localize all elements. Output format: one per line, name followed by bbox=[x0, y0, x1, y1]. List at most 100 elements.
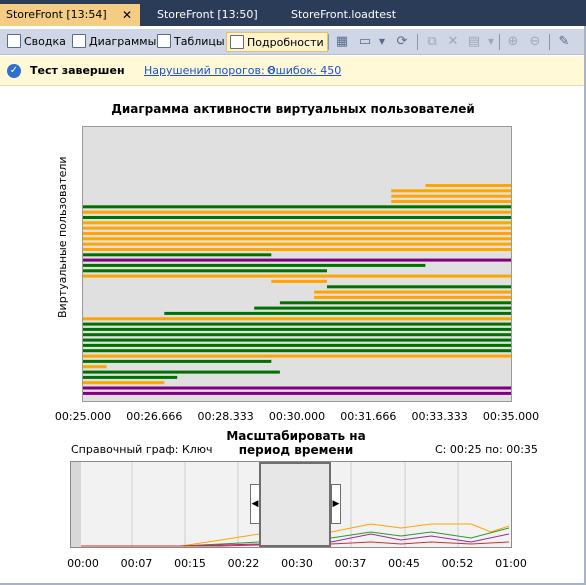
toolbar-separator bbox=[549, 34, 550, 50]
activity-chart bbox=[83, 184, 511, 395]
properties-icon[interactable]: ▤ bbox=[466, 34, 482, 50]
overview-tick-label: 00:22 bbox=[227, 557, 260, 570]
user-activity-bar bbox=[425, 184, 511, 187]
toolbar-separator bbox=[417, 34, 418, 50]
dropdown-arrow-icon[interactable]: ▼ bbox=[483, 34, 499, 50]
status-text: Тест завершен bbox=[30, 64, 125, 77]
user-activity-bar bbox=[83, 322, 511, 326]
user-activity-bar bbox=[83, 375, 178, 379]
tables-button[interactable]: Таблицы bbox=[157, 32, 225, 52]
user-activity-bar bbox=[83, 365, 107, 369]
tables-icon bbox=[157, 34, 171, 48]
user-activity-bar bbox=[83, 210, 511, 214]
summary-icon bbox=[7, 34, 21, 48]
x-tick-label: 00:35.000 bbox=[482, 410, 540, 423]
status-bar: ✓ Тест завершен Нарушений порогов: 8 Оши… bbox=[0, 56, 586, 86]
user-activity-bar bbox=[83, 349, 511, 353]
user-activity-bar bbox=[314, 295, 511, 299]
dropdown-arrow-icon[interactable]: ▼ bbox=[374, 34, 390, 50]
details-icon bbox=[230, 35, 244, 49]
close-icon[interactable]: ✕ bbox=[122, 4, 132, 26]
tab-label: StoreFront [13:54] bbox=[6, 8, 107, 21]
refresh-icon[interactable]: ⟳ bbox=[394, 34, 410, 50]
x-tick-label: 00:25.000 bbox=[54, 410, 112, 423]
reference-graph-label: Справочный граф: Ключ bbox=[71, 443, 213, 456]
document-tab-strip: StoreFront [13:54] ✕ StoreFront [13:50] … bbox=[0, 0, 586, 26]
user-activity-bar bbox=[391, 194, 511, 198]
toolbar-separator bbox=[499, 34, 500, 50]
errors-link[interactable]: Ошибок: 450 bbox=[267, 64, 341, 77]
user-activity-bar bbox=[83, 248, 511, 251]
graphs-button[interactable]: Диаграммы bbox=[72, 32, 156, 52]
tab-label: StoreFront.loadtest bbox=[291, 8, 397, 21]
range-label: С: 00:25 по: 00:35 bbox=[435, 443, 538, 456]
user-activity-bar bbox=[83, 232, 511, 235]
user-activity-bar bbox=[83, 391, 511, 395]
user-activity-bar bbox=[83, 237, 511, 241]
tab-storefront-loadtest[interactable]: StoreFront.loadtest bbox=[285, 4, 396, 26]
graphs-label: Диаграммы bbox=[89, 35, 157, 48]
user-activity-bar bbox=[164, 311, 511, 315]
user-activity-bar bbox=[83, 327, 511, 331]
zoom-out-icon[interactable]: ⊖ bbox=[527, 34, 543, 50]
check-circle-icon: ✓ bbox=[7, 64, 21, 78]
graphs-icon bbox=[72, 34, 86, 48]
overview-tick-label: 00:52 bbox=[441, 557, 474, 570]
layout-icon[interactable]: ▭ bbox=[357, 34, 373, 50]
y-axis-label: Виртуальные пользователи bbox=[56, 156, 69, 318]
toolbar-separator bbox=[328, 34, 329, 50]
user-activity-bar bbox=[83, 274, 511, 278]
user-activity-bar bbox=[83, 354, 511, 358]
edit-icon[interactable]: ✎ bbox=[556, 34, 572, 50]
user-activity-bar bbox=[83, 317, 511, 321]
tab-label: StoreFront [13:50] bbox=[157, 8, 258, 21]
user-activity-bar bbox=[83, 221, 511, 225]
user-activity-bar bbox=[314, 290, 511, 294]
copy-icon[interactable]: ⧉ bbox=[424, 34, 440, 50]
chart-title: Диаграмма активности виртуальных пользов… bbox=[111, 102, 475, 116]
delete-icon[interactable]: ✕ bbox=[445, 34, 461, 50]
user-activity-bar bbox=[83, 338, 511, 342]
user-activity-bar bbox=[327, 285, 511, 289]
x-tick-label: 00:28.333 bbox=[197, 410, 254, 423]
user-activity-bar bbox=[279, 301, 511, 305]
details-button[interactable]: Подробности bbox=[226, 32, 328, 52]
user-activity-bar bbox=[83, 242, 511, 246]
right-handle-icon[interactable]: ▶ bbox=[331, 484, 341, 524]
user-activity-bar bbox=[83, 226, 511, 230]
user-activity-bar bbox=[83, 343, 511, 347]
user-activity-bar bbox=[83, 386, 511, 390]
summary-label: Сводка bbox=[24, 35, 66, 48]
user-activity-bar bbox=[83, 205, 511, 209]
x-tick-label: 00:31.666 bbox=[340, 410, 397, 423]
overview-panel[interactable]: ◀ ▶ bbox=[70, 461, 512, 548]
user-activity-bar bbox=[83, 370, 280, 374]
chart-icon[interactable]: ▦ bbox=[334, 34, 350, 50]
zoom-selection-window[interactable] bbox=[259, 462, 331, 547]
user-activity-bar bbox=[83, 253, 272, 257]
user-activity-bar bbox=[83, 216, 511, 219]
left-handle-icon[interactable]: ◀ bbox=[250, 484, 260, 524]
overview-tick-label: 00:45 bbox=[388, 557, 420, 570]
overview-tick-label: 00:00 bbox=[67, 557, 99, 570]
user-activity-bar bbox=[254, 306, 511, 310]
x-tick-label: 00:33.333 bbox=[411, 410, 468, 423]
user-activity-bar bbox=[391, 200, 511, 203]
user-activity-bar bbox=[83, 333, 511, 337]
user-activity-bar bbox=[271, 279, 327, 283]
overview-tick-label: 00:15 bbox=[174, 557, 206, 570]
tab-storefront-1350[interactable]: StoreFront [13:50] bbox=[151, 4, 258, 26]
zoom-in-icon[interactable]: ⊕ bbox=[505, 34, 521, 50]
summary-button[interactable]: Сводка bbox=[7, 32, 66, 52]
overview-tick-label: 01:00 bbox=[495, 557, 527, 570]
x-tick-label: 00:26.666 bbox=[126, 410, 183, 423]
zoom-title: Масштабировать на период времени bbox=[226, 429, 366, 457]
tab-storefront-1354[interactable]: StoreFront [13:54] ✕ bbox=[0, 4, 140, 26]
details-label: Подробности bbox=[247, 36, 324, 49]
overview-tick-label: 00:07 bbox=[120, 557, 153, 570]
user-activity-bar bbox=[83, 381, 165, 385]
user-activity-bar bbox=[83, 258, 511, 262]
user-activity-bar bbox=[83, 269, 327, 273]
overview-tick-label: 00:30 bbox=[281, 557, 313, 570]
thresholds-link[interactable]: Нарушений порогов: 8 bbox=[144, 64, 275, 77]
